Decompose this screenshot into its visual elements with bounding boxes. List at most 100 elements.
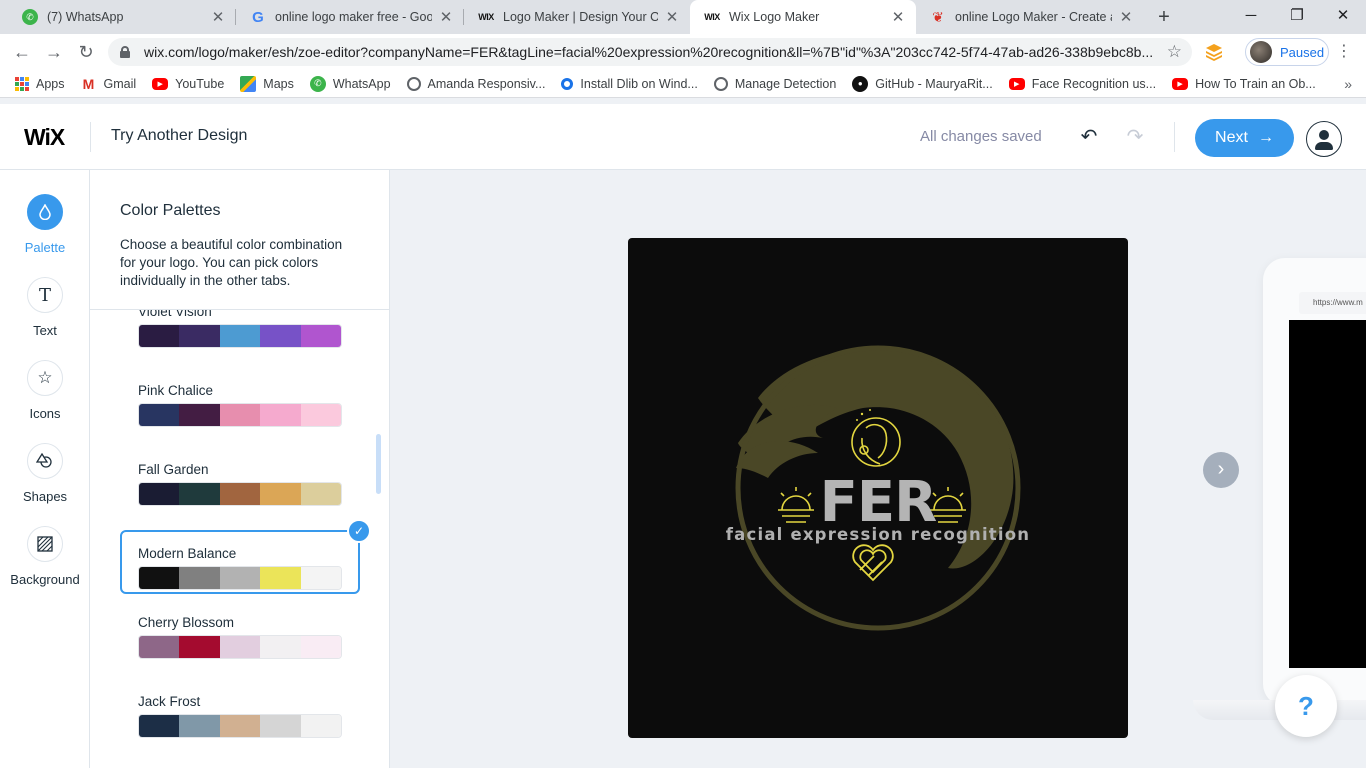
help-button[interactable]: ? (1275, 675, 1337, 737)
user-account-button[interactable] (1306, 121, 1342, 157)
next-preview-button[interactable]: › (1203, 452, 1239, 488)
color-swatch (139, 404, 180, 426)
close-tab-icon[interactable]: ✕ (210, 8, 226, 26)
gmail-icon: M (82, 75, 95, 92)
bookmark-dlib[interactable]: Install Dlib on Wind... (561, 76, 698, 91)
color-swatch (300, 404, 341, 426)
color-swatch (219, 636, 261, 658)
bookmark-label: GitHub - MauryaRit... (875, 76, 993, 91)
logo-canvas-area: FER facial expression recognition › http… (390, 170, 1366, 768)
bookmark-label: How To Train an Ob... (1195, 76, 1316, 91)
chrome-menu-icon[interactable]: ⋮ (1336, 40, 1352, 64)
palette-name: Fall Garden (138, 462, 209, 477)
color-swatch (139, 715, 180, 737)
palette-fall-garden[interactable]: Fall Garden (138, 462, 342, 506)
nav-background[interactable]: Background (0, 526, 90, 587)
save-status: All changes saved (920, 128, 1042, 145)
palette-modern-balance[interactable]: Modern Balance ✓ (120, 519, 371, 594)
browser-tab-wix-logo-maker[interactable]: WIX Wix Logo Maker ✕ (690, 0, 916, 34)
palette-jack-frost[interactable]: Jack Frost (138, 694, 342, 738)
bookmark-amanda[interactable]: Amanda Responsiv... (406, 76, 546, 91)
bookmark-youtube[interactable]: ▶ YouTube (152, 77, 224, 91)
bookmark-apps[interactable]: Apps (15, 76, 65, 91)
browser-tab-google-search[interactable]: G online logo maker free - Goog ✕ (236, 0, 464, 34)
bookmark-whatsapp[interactable]: ✆ WhatsApp (309, 75, 391, 92)
palette-violet-vision[interactable]: Violet Vision (138, 310, 342, 348)
color-swatch (260, 483, 301, 505)
panel-scrollbar[interactable] (376, 434, 381, 494)
redo-icon[interactable]: ↷ (1122, 124, 1148, 150)
forward-button[interactable]: → (42, 40, 66, 64)
palette-cherry-blossom[interactable]: Cherry Blossom (138, 615, 342, 659)
color-swatch (300, 636, 341, 658)
layers-extension-icon[interactable] (1204, 42, 1224, 62)
apps-grid-icon (15, 76, 29, 91)
color-swatch (260, 715, 301, 737)
bookmark-label: Maps (263, 76, 294, 91)
user-icon (1319, 130, 1329, 140)
youtube-icon: ▶ (152, 77, 169, 90)
palette-name: Violet Vision (138, 310, 212, 319)
close-window-button[interactable]: ✕ (1320, 0, 1366, 34)
panel-title: Color Palettes (120, 202, 221, 219)
avatar (1250, 41, 1272, 63)
nav-label: Palette (24, 240, 66, 255)
palette-pink-chalice[interactable]: Pink Chalice (138, 383, 342, 427)
selected-check-icon: ✓ (347, 519, 371, 543)
youtube-icon: ▶ (1008, 77, 1025, 90)
palette-name: Pink Chalice (138, 383, 214, 398)
nav-text[interactable]: T Text (0, 277, 90, 338)
nav-palette[interactable]: Palette (0, 194, 90, 255)
bookmark-maps[interactable]: Maps (240, 75, 294, 92)
tab-title: Logo Maker | Design Your Own (503, 10, 658, 24)
color-swatch (260, 404, 301, 426)
browser-tab-whatsapp[interactable]: ✆ (7) WhatsApp ✕ (8, 0, 236, 34)
chevron-right-icon: › (1217, 458, 1225, 480)
bookmark-manage-detection[interactable]: Manage Detection (713, 76, 836, 91)
bookmark-face-recognition[interactable]: ▶ Face Recognition us... (1008, 77, 1156, 91)
profile-status: Paused (1280, 44, 1325, 60)
color-palettes-panel: Color Palettes Choose a beautiful color … (90, 170, 390, 768)
close-tab-icon[interactable]: ✕ (890, 8, 906, 26)
close-tab-icon[interactable]: ✕ (1118, 8, 1134, 26)
new-tab-button[interactable]: + (1152, 5, 1176, 29)
minimize-button[interactable]: ─ (1228, 0, 1274, 34)
browser-tab-logo-maker[interactable]: WIX Logo Maker | Design Your Own ✕ (464, 0, 690, 34)
color-swatch (219, 483, 261, 505)
palette-swatches (138, 635, 342, 659)
profile-button[interactable]: Paused (1245, 38, 1329, 66)
bookmark-label: Amanda Responsiv... (427, 76, 546, 91)
palette-list[interactable]: Violet Vision Pink Chalice Fall Garden M… (90, 310, 389, 768)
color-swatch (139, 325, 180, 347)
color-swatch (300, 567, 341, 589)
bookmark-star-icon[interactable]: ☆ (1167, 42, 1182, 62)
close-tab-icon[interactable]: ✕ (438, 8, 454, 26)
wix-logo[interactable]: WiX (24, 124, 65, 151)
globe-icon (713, 76, 728, 91)
close-tab-icon[interactable]: ✕ (664, 8, 680, 26)
arrow-right-icon: → (1257, 129, 1274, 146)
bookmark-how-to-train[interactable]: ▶ How To Train an Ob... (1172, 77, 1316, 91)
back-button[interactable]: ← (10, 40, 34, 64)
nav-shapes[interactable]: Shapes (0, 443, 90, 504)
more-bookmarks-icon[interactable]: » (1344, 76, 1352, 92)
next-button[interactable]: Next → (1195, 119, 1294, 157)
address-bar[interactable]: wix.com/logo/maker/esh/zoe-editor?compan… (108, 38, 1192, 66)
reload-button[interactable]: ↻ (74, 40, 98, 64)
palette-swatches (138, 482, 342, 506)
restore-button[interactable]: ❐ (1274, 0, 1320, 34)
palette-drop-icon (27, 194, 63, 230)
logo-preview[interactable]: FER facial expression recognition (628, 238, 1128, 738)
color-swatch (260, 567, 301, 589)
bookmark-github[interactable]: ● GitHub - MauryaRit... (852, 75, 993, 92)
nav-icons[interactable]: ☆ Icons (0, 360, 90, 421)
color-swatch (179, 567, 220, 589)
color-swatch (300, 325, 341, 347)
bookmark-gmail[interactable]: M Gmail (81, 76, 137, 92)
github-icon: ● (852, 75, 869, 92)
browser-tab-online-logo-maker[interactable]: ❦ online Logo Maker - Create a c ✕ (916, 0, 1144, 34)
try-another-design-link[interactable]: Try Another Design (111, 127, 247, 145)
bookmark-label: Install Dlib on Wind... (580, 76, 698, 91)
undo-icon[interactable]: ↶ (1076, 124, 1102, 150)
color-swatch (179, 715, 220, 737)
